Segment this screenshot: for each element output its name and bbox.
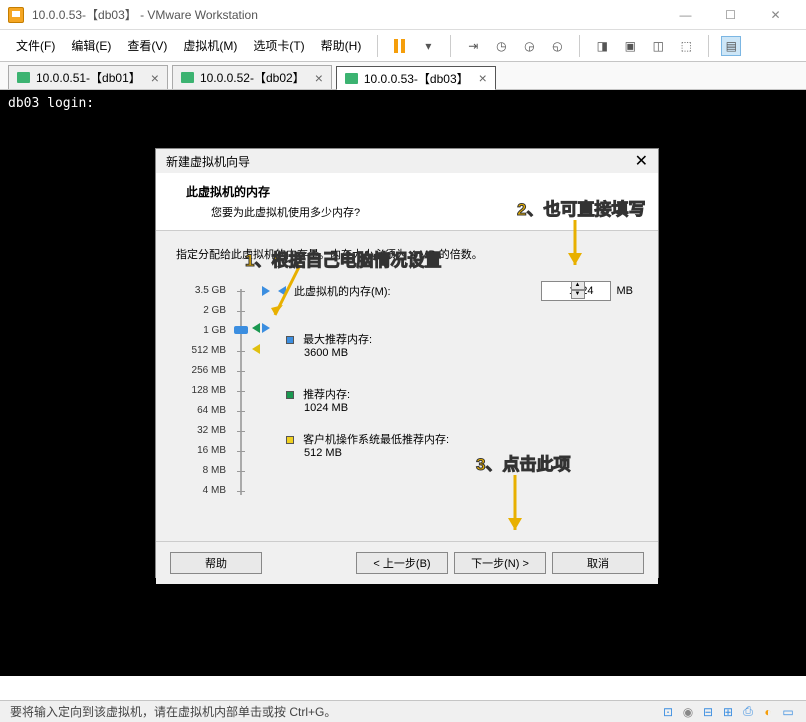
slider-tick-labels: 3.5 GB 2 GB 1 GB 512 MB 256 MB 128 MB 64… (176, 281, 226, 501)
tab-label: 10.0.0.52-【db02】 (200, 69, 305, 86)
unity-icon[interactable]: ▣ (620, 36, 640, 56)
window-title: 10.0.0.53-【db03】 - VMware Workstation (32, 6, 663, 23)
disk-icon[interactable]: ⊡ (660, 704, 676, 720)
status-icons: ⊡ ◉ ⊟ ⊞ ⎙ ◐ ▭ (660, 704, 796, 720)
tab-db01[interactable]: 10.0.0.51-【db01】 × (8, 65, 168, 89)
min-marker-icon (252, 344, 260, 354)
memory-increase-button[interactable]: ▲ (571, 281, 585, 290)
close-icon[interactable]: × (151, 71, 159, 85)
cancel-button[interactable]: 取消 (552, 552, 644, 574)
yellow-square-icon (286, 436, 294, 444)
display-icon[interactable]: ▭ (780, 704, 796, 720)
memory-slider[interactable] (232, 281, 250, 501)
minimize-button[interactable]: — (663, 0, 708, 30)
dialog-title: 新建虚拟机向导 (166, 153, 635, 170)
dialog-header-title: 此虚拟机的内存 (186, 183, 628, 200)
snapshot-manage-icon[interactable]: ◶ (519, 36, 539, 56)
memory-slider-area: 3.5 GB 2 GB 1 GB 512 MB 256 MB 128 MB 64… (176, 281, 250, 501)
send-keys-icon[interactable]: ⇥ (463, 36, 483, 56)
slider-thumb[interactable] (234, 326, 248, 334)
max-marker-icon (262, 286, 270, 296)
dialog-header-subtitle: 您要为此虚拟机使用多少内存? (186, 204, 628, 220)
memory-field-label: 此虚拟机的内存(M): (294, 283, 391, 299)
menu-tabs[interactable]: 选项卡(T) (245, 31, 312, 60)
memory-input-row: ▲ ▼ MB (541, 281, 634, 301)
close-icon[interactable]: × (315, 71, 323, 85)
cd-icon[interactable]: ◉ (680, 704, 696, 720)
statusbar: 要将输入定向到该虚拟机，请在虚拟机内部单击或按 Ctrl+G。 ⊡ ◉ ⊟ ⊞ … (0, 700, 806, 722)
menu-edit[interactable]: 编辑(E) (63, 31, 119, 60)
tab-label: 10.0.0.53-【db03】 (364, 70, 469, 87)
snapshot-icon[interactable]: ◷ (491, 36, 511, 56)
memory-unit: MB (617, 285, 634, 297)
terminal-prompt: db03 login: (8, 96, 94, 111)
memory-label-row: 此虚拟机的内存(M): (278, 281, 391, 301)
triangle-icon (278, 286, 286, 296)
network-icon[interactable]: ⊞ (720, 704, 736, 720)
status-text: 要将输入定向到该虚拟机，请在虚拟机内部单击或按 Ctrl+G。 (10, 703, 660, 720)
menu-file[interactable]: 文件(F) (8, 31, 63, 60)
help-button[interactable]: 帮助 (170, 552, 262, 574)
tab-label: 10.0.0.51-【db01】 (36, 69, 141, 86)
dialog-titlebar: 新建虚拟机向导 ✕ (156, 149, 658, 173)
fullscreen-icon[interactable]: ◨ (592, 36, 612, 56)
floppy-icon[interactable]: ⊟ (700, 704, 716, 720)
vm-icon (181, 72, 194, 83)
menubar: 文件(F) 编辑(E) 查看(V) 虚拟机(M) 选项卡(T) 帮助(H) ▾ … (0, 30, 806, 62)
dropdown-icon[interactable]: ▾ (418, 36, 438, 56)
next-button[interactable]: 下一步(N) > (454, 552, 546, 574)
rec-block: 推荐内存: 1024 MB (286, 386, 350, 414)
close-icon[interactable]: × (479, 71, 487, 85)
new-vm-wizard-dialog: 新建虚拟机向导 ✕ 此虚拟机的内存 您要为此虚拟机使用多少内存? 指定分配给此虚… (155, 148, 659, 578)
maximize-button[interactable]: ☐ (708, 0, 753, 30)
rec-marker-icon (252, 323, 260, 333)
tab-db03[interactable]: 10.0.0.53-【db03】 × (336, 66, 496, 90)
dialog-close-icon[interactable]: ✕ (635, 151, 648, 171)
window-titlebar: 10.0.0.53-【db03】 - VMware Workstation — … (0, 0, 806, 30)
tab-bar: 10.0.0.51-【db01】 × 10.0.0.52-【db02】 × 10… (0, 62, 806, 90)
dialog-header: 此虚拟机的内存 您要为此虚拟机使用多少内存? (156, 173, 658, 231)
close-button[interactable]: ✕ (753, 0, 798, 30)
blue-square-icon (286, 336, 294, 344)
tab-db02[interactable]: 10.0.0.52-【db02】 × (172, 65, 332, 89)
dialog-body: 指定分配给此虚拟机的内存量。内存大小必须为 4 MB 的倍数。 3.5 GB 2… (156, 231, 658, 541)
body-instruction: 指定分配给此虚拟机的内存量。内存大小必须为 4 MB 的倍数。 (176, 246, 638, 262)
dialog-footer: 帮助 < 上一步(B) 下一步(N) > 取消 (156, 541, 658, 584)
menu-vm[interactable]: 虚拟机(M) (175, 31, 245, 60)
library-icon[interactable]: ▤ (721, 36, 741, 56)
back-button[interactable]: < 上一步(B) (356, 552, 448, 574)
revert-icon[interactable]: ◵ (547, 36, 567, 56)
pause-button[interactable] (390, 36, 410, 56)
sound-icon[interactable]: ◐ (760, 704, 776, 720)
printer-icon[interactable]: ⎙ (740, 704, 756, 720)
menu-view[interactable]: 查看(V) (119, 31, 175, 60)
memory-decrease-button[interactable]: ▼ (571, 290, 585, 299)
current-marker-icon (262, 323, 270, 333)
stretch-icon[interactable]: ⬚ (676, 36, 696, 56)
thumbnail-icon[interactable]: ◫ (648, 36, 668, 56)
menu-help[interactable]: 帮助(H) (313, 31, 370, 60)
vm-icon (17, 72, 30, 83)
app-icon (8, 7, 24, 23)
vm-icon (345, 73, 358, 84)
min-rec-block: 客户机操作系统最低推荐内存: 512 MB (286, 431, 449, 459)
max-rec-block: 最大推荐内存: 3600 MB (286, 331, 372, 359)
green-square-icon (286, 391, 294, 399)
